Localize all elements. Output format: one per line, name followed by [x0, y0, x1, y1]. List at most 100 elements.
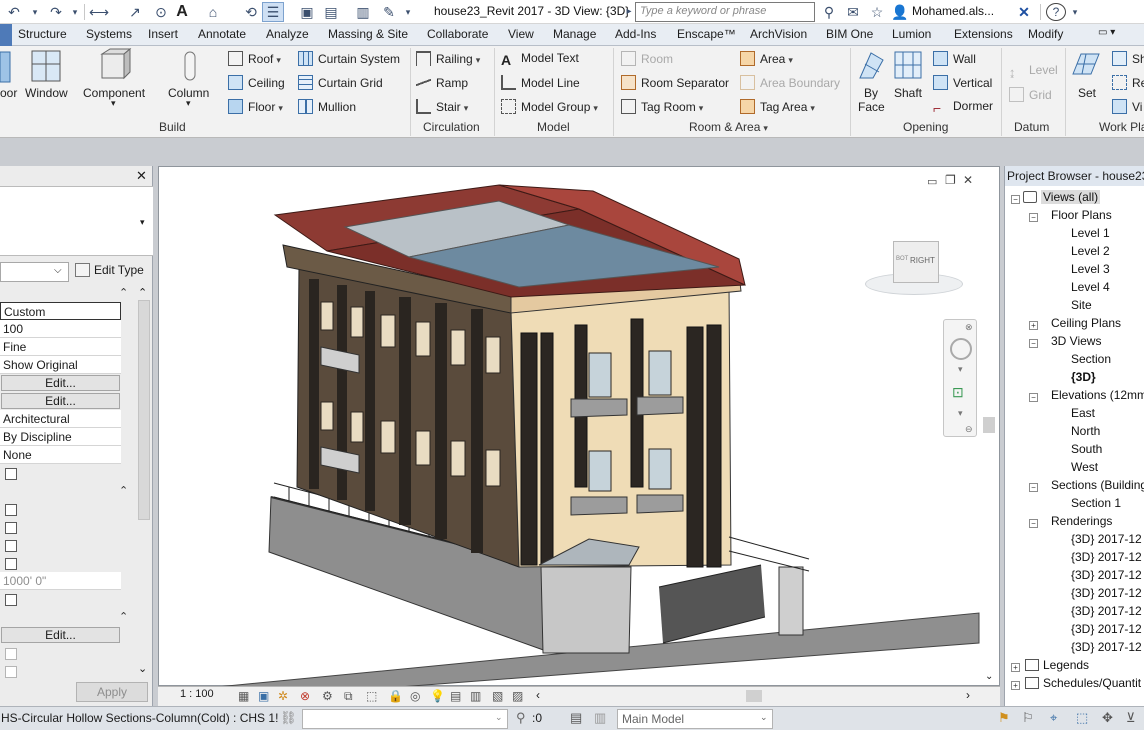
undo-dropdown-icon[interactable]: ▾: [30, 3, 40, 21]
search-expand-icon[interactable]: ▸: [624, 3, 634, 21]
view-scale-value[interactable]: 100: [0, 320, 121, 338]
subscription-center-icon[interactable]: ✉: [842, 3, 864, 21]
tree-rendering-3[interactable]: {3D} 2017-12: [1071, 568, 1142, 582]
elevations-toggle[interactable]: −: [1029, 393, 1038, 402]
status-workset-field[interactable]: ⌄: [302, 709, 508, 729]
thin-lines-icon[interactable]: ☰: [262, 2, 284, 22]
aligned-dimension-icon[interactable]: ↗: [124, 3, 146, 21]
ramp-button[interactable]: Ramp: [416, 75, 468, 90]
switch-windows-icon[interactable]: ▤: [320, 3, 342, 21]
far-clip-offset-value[interactable]: 1000' 0": [0, 572, 121, 590]
redo-dropdown-icon[interactable]: ▾: [70, 3, 80, 21]
tag-area-button[interactable]: Tag Area ▾: [740, 99, 815, 114]
collapse-graphics-icon[interactable]: ⌃: [119, 286, 128, 299]
tag-by-category-icon[interactable]: ⊙: [150, 3, 172, 21]
tab-manage[interactable]: Manage: [553, 27, 596, 41]
sun-path-icon[interactable]: ✲: [278, 689, 288, 703]
checkbox-crop-view[interactable]: [5, 504, 17, 516]
reveal-hidden-icon[interactable]: 💡: [430, 689, 445, 703]
properties-scrollbar[interactable]: [138, 300, 150, 520]
ribbon-minimize-icon[interactable]: ▭ ▾: [1098, 27, 1115, 38]
viewer-button[interactable]: Vi: [1112, 99, 1142, 114]
checkbox-scope-box[interactable]: [5, 594, 17, 606]
customize-qat-icon[interactable]: ▾: [402, 3, 414, 21]
tab-systems[interactable]: Systems: [86, 27, 132, 41]
render-icon[interactable]: ⚙: [322, 689, 333, 703]
3d-views-toggle[interactable]: −: [1029, 339, 1038, 348]
hscroll-right-icon[interactable]: ›: [966, 688, 970, 702]
floor-button[interactable]: Floor ▾: [228, 99, 283, 114]
text-icon[interactable]: A: [172, 3, 192, 21]
help-dropdown-icon[interactable]: ▾: [1070, 3, 1080, 21]
tree-level-2[interactable]: Level 2: [1071, 244, 1110, 258]
design-options-icon[interactable]: ▤: [570, 710, 582, 726]
tree-elevations[interactable]: Elevations (12mm: [1051, 388, 1144, 402]
close-hidden-windows-icon[interactable]: ▣: [296, 3, 318, 21]
worksets-icon[interactable]: ⛓: [280, 710, 297, 726]
navbar-options-icon[interactable]: ⊖: [965, 424, 973, 435]
collapse-camera-icon[interactable]: ⌃: [119, 610, 128, 623]
dormer-opening-button[interactable]: ⌐ Dormer: [933, 99, 993, 116]
steering-wheel-icon[interactable]: [950, 338, 972, 360]
model-line-button[interactable]: Model Line: [501, 75, 580, 90]
discipline-value[interactable]: Architectural: [0, 410, 121, 428]
door-icon[interactable]: [0, 50, 12, 84]
tree-level-3[interactable]: Level 3: [1071, 262, 1110, 276]
tree-rendering-4[interactable]: {3D} 2017-12: [1071, 586, 1142, 600]
wall-opening-button[interactable]: Wall: [933, 51, 976, 66]
tree-rendering-7[interactable]: {3D} 2017-12: [1071, 640, 1142, 654]
tree-views-all[interactable]: Views (all): [1023, 190, 1101, 204]
tree-legends[interactable]: Legends: [1025, 658, 1089, 672]
tree-rendering-1[interactable]: {3D} 2017-12: [1071, 532, 1142, 546]
hscroll-left-icon[interactable]: ‹: [536, 688, 540, 702]
tab-add-ins[interactable]: Add-Ins: [615, 27, 656, 41]
tab-architecture[interactable]: [0, 24, 12, 46]
view-scale-label[interactable]: 1 : 100: [180, 688, 214, 700]
ceiling-plans-toggle[interactable]: +: [1029, 321, 1038, 330]
detail-value[interactable]: Fine: [0, 338, 121, 356]
analytical-model-icon[interactable]: ▨: [512, 689, 523, 703]
main-model-select[interactable]: Main Model ⌄: [617, 709, 773, 729]
search-input[interactable]: Type a keyword or phrase: [635, 2, 815, 22]
tab-enscape[interactable]: Enscape™: [677, 27, 736, 41]
checkbox-locked-orientation[interactable]: [5, 648, 17, 660]
views-all-toggle[interactable]: −: [1011, 195, 1020, 204]
select-pinned-icon[interactable]: ⌖: [1050, 710, 1057, 726]
vg-overrides-edit-button[interactable]: Edit...: [1, 375, 120, 391]
navbar-close-icon[interactable]: ⊗: [965, 322, 973, 333]
tree-site[interactable]: Site: [1071, 298, 1092, 312]
scroll-down-icon[interactable]: ⌄: [138, 662, 147, 675]
collapse-extents-icon[interactable]: ⌃: [119, 484, 128, 497]
tab-extensions[interactable]: Extensions: [954, 27, 1013, 41]
tree-ceiling-plans[interactable]: Ceiling Plans: [1051, 316, 1121, 330]
temp-view-properties-icon[interactable]: ▤: [450, 689, 461, 703]
window-button[interactable]: Window: [25, 86, 68, 100]
show-work-plane-button[interactable]: Sh: [1112, 51, 1144, 66]
model-group-button[interactable]: Model Group ▾: [501, 99, 598, 114]
close-icon[interactable]: ✕: [136, 168, 147, 184]
help-icon[interactable]: ?: [1046, 3, 1066, 21]
filter-icon[interactable]: ⊻: [1126, 710, 1136, 726]
area-button[interactable]: Area ▾: [740, 51, 793, 66]
default-3d-view-icon[interactable]: ⌂: [202, 3, 224, 21]
tab-bim-one[interactable]: BIM One: [826, 27, 873, 41]
model-text-button[interactable]: A Model Text: [501, 51, 579, 68]
measure-icon[interactable]: ⟷: [88, 3, 110, 21]
section-icon[interactable]: ⟲: [240, 3, 262, 21]
measure-tape-icon[interactable]: ▥: [352, 3, 374, 21]
select-underlay-icon[interactable]: ⚐: [1022, 710, 1034, 726]
view-cube[interactable]: RIGHT BOT: [865, 237, 965, 297]
select-links-icon[interactable]: ⚑: [998, 710, 1010, 726]
view-vertical-scroll-thumb[interactable]: [983, 417, 995, 433]
temp-hide-icon[interactable]: ◎: [410, 689, 420, 703]
component-icon[interactable]: [98, 48, 132, 82]
type-selector[interactable]: ▾: [0, 186, 153, 256]
tab-insert[interactable]: Insert: [148, 27, 178, 41]
user-icon[interactable]: 👤: [890, 3, 910, 21]
set-work-plane-button[interactable]: Set: [1078, 86, 1096, 100]
graphic-display-edit-button[interactable]: Edit...: [1, 393, 120, 409]
set-work-plane-icon[interactable]: [1071, 50, 1101, 80]
ceiling-button[interactable]: Ceiling: [228, 75, 285, 90]
parts-visibility-value[interactable]: Show Original: [0, 356, 121, 374]
room-area-panel-label[interactable]: Room & Area ▾: [689, 120, 768, 134]
